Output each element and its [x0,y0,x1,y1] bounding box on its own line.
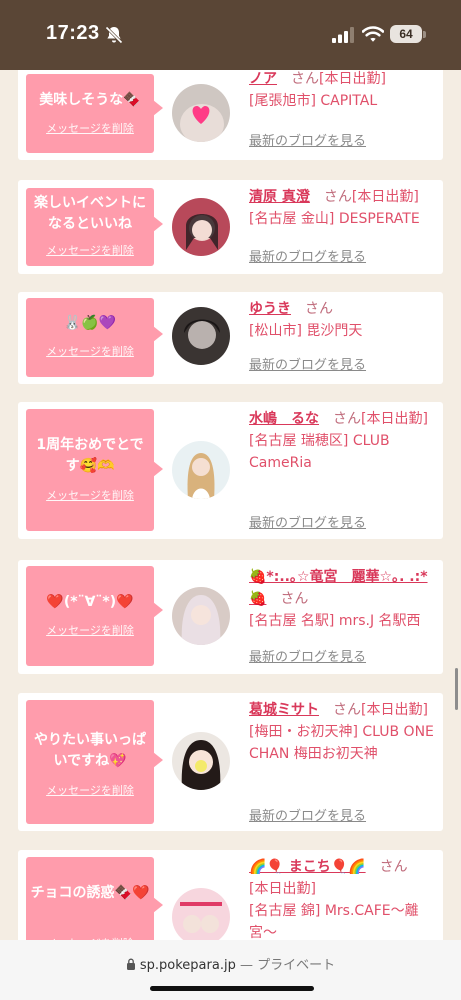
url-separator: — [239,958,253,973]
honorific: さん [333,702,361,718]
battery-indicator: 64 [390,25,422,43]
shop-name: [名古屋 錦] Mrs.CAFE〜離宮〜 [249,903,419,940]
cast-avatar[interactable] [172,198,230,256]
honorific: さん [379,859,408,875]
cast-avatar[interactable] [172,587,230,645]
message-text: やりたい事いっぱいですね💖 [34,732,146,769]
shop-name: [梅田・お初天神] CLUB ONE CHAN 梅田お初天神 [249,724,434,762]
latest-blog-link[interactable]: 最新のブログを見る [249,512,366,531]
cast-info: 🌈🎈 まこち🎈🌈 さん [本日出勤] [名古屋 錦] Mrs.CAFE〜離宮〜 [249,856,439,940]
latest-blog-link[interactable]: 最新のブログを見る [249,354,366,373]
cast-name-line: 清原 真澄 さん[本日出勤] [249,186,439,208]
home-indicator [150,986,314,991]
latest-blog-link[interactable]: 最新のブログを見る [249,130,366,149]
cast-info: ノア さん[本日出勤] [尾張旭市] CAPITAL [249,70,439,112]
cast-name-line: ゆうき さん [249,298,439,320]
attendance-tag: [本日出勤] [351,189,419,205]
message-bubble: 🐰🍏💜 メッセージを削除 [26,298,163,377]
shop-name: [名古屋 名駅] mrs.J 名駅西 [249,613,421,629]
latest-blog-link[interactable]: 最新のブログを見る [249,646,366,665]
cast-info: 葛城ミサト さん[本日出勤] [梅田・お初天神] CLUB ONE CHAN 梅… [249,699,439,765]
message-bubble: 楽しいイベントになるといいね メッセージを削除 [26,188,163,266]
battery-cap-icon [423,31,426,38]
message-text: 🐰🍏💜 [63,315,117,331]
attendance-tag: [本日出勤] [361,702,428,718]
attendance-tag: [本日出勤] [361,411,428,427]
cast-avatar[interactable] [172,732,230,790]
address-bar[interactable]: sp.pokepara.jp — プライベート [0,954,461,973]
cast-name-line: ノア さん[本日出勤] [249,70,439,90]
message-card: ❤️(*¨∀¨*)❤️ メッセージを削除 🍓*:..｡☆竜宮 麗華☆｡. .:*… [18,560,443,674]
cast-name-line: 🍓*:..｡☆竜宮 麗華☆｡. .:*🍓 さん [249,566,439,610]
delete-message-link[interactable]: メッセージを削除 [26,622,154,638]
cast-name-line: 水嶋 るな さん[本日出勤] [249,408,439,430]
honorific: さん [280,591,309,607]
cast-info: 水嶋 るな さん[本日出勤] [名古屋 瑞穂区] CLUB CameRia [249,408,439,474]
cast-name-link[interactable]: 清原 真澄 [249,189,310,205]
private-mode-label: プライベート [257,958,336,973]
scroll-indicator[interactable] [455,668,458,710]
shop-name: [名古屋 金山] DESPERATE [249,211,420,227]
url-domain: sp.pokepara.jp [139,958,236,973]
message-text: ❤️(*¨∀¨*)❤️ [46,594,134,610]
wifi-icon [362,26,384,42]
attendance-tag: [本日出勤] [319,71,386,87]
shop-name: [名古屋 瑞穂区] CLUB CameRia [249,433,390,471]
cast-name-link[interactable]: 水嶋 るな [249,411,319,427]
honorific: さん [323,189,352,205]
message-bubble: やりたい事いっぱいですね💖 メッセージを削除 [26,700,163,824]
delete-message-link[interactable]: メッセージを削除 [26,120,154,136]
lock-icon [126,958,135,970]
message-text: 美味しそうな🍫 [39,92,141,108]
delete-message-link[interactable]: メッセージを削除 [26,782,154,798]
cast-name-line: 葛城ミサト さん[本日出勤] [249,699,439,721]
attendance-tag: [本日出勤] [249,881,316,897]
message-card: 1周年おめでとです🥰🫶 メッセージを削除 水嶋 るな さん[本日出勤] [名古屋… [18,402,443,539]
shop-name: [尾張旭市] CAPITAL [249,93,378,109]
cast-avatar[interactable] [172,307,230,365]
message-text: チョコの誘惑🍫❤️ [30,885,150,901]
browser-bottom-bar: sp.pokepara.jp — プライベート [0,940,461,1000]
message-bubble: 1周年おめでとです🥰🫶 メッセージを削除 [26,409,163,531]
cast-name-link[interactable]: 🍓*:..｡☆竜宮 麗華☆｡. .:*🍓 [249,569,428,607]
delete-message-link[interactable]: メッセージを削除 [26,487,154,503]
cast-avatar[interactable] [172,441,230,499]
cast-avatar[interactable] [172,84,230,142]
delete-message-link[interactable]: メッセージを削除 [26,343,154,359]
message-card: 楽しいイベントになるといいね メッセージを削除 清原 真澄 さん[本日出勤] [… [18,180,443,274]
delete-message-link[interactable]: メッセージを削除 [26,242,154,258]
message-bubble: ❤️(*¨∀¨*)❤️ メッセージを削除 [26,566,163,666]
message-text: 楽しいイベントになるといいね [34,195,146,232]
status-time: 17:23 [46,22,100,44]
message-bubble: チョコの誘惑🍫❤️ メッセージを削除 [26,857,163,940]
honorific: さん [291,71,319,87]
cast-name-link[interactable]: 葛城ミサト [249,702,319,718]
message-card: 美味しそうな🍫 メッセージを削除 ノア さん[本日出勤] [尾張旭市] CAPI… [18,70,443,160]
cast-name-link[interactable]: 🌈🎈 まこち🎈🌈 [249,859,366,875]
message-bubble: 美味しそうな🍫 メッセージを削除 [26,74,163,153]
shop-name: [松山市] 毘沙門天 [249,323,363,339]
cast-avatar[interactable] [172,888,230,940]
cast-info: ゆうき さん [松山市] 毘沙門天 [249,298,439,342]
bell-muted-icon [105,26,123,44]
honorific: さん [305,301,333,317]
latest-blog-link[interactable]: 最新のブログを見る [249,805,366,824]
cast-info: 🍓*:..｡☆竜宮 麗華☆｡. .:*🍓 さん [名古屋 名駅] mrs.J 名… [249,566,439,632]
status-bar: 17:23 64 [0,0,461,70]
message-card: やりたい事いっぱいですね💖 メッセージを削除 葛城ミサト さん[本日出勤] [梅… [18,693,443,831]
latest-blog-link[interactable]: 最新のブログを見る [249,246,366,265]
cast-name-link[interactable]: ゆうき [249,301,291,317]
honorific: さん [333,411,361,427]
cast-name-line: 🌈🎈 まこち🎈🌈 さん [本日出勤] [249,856,439,900]
cell-signal-icon [332,27,354,43]
message-card: 🐰🍏💜 メッセージを削除 ゆうき さん [松山市] 毘沙門天 最新のブログを見る [18,292,443,384]
message-text: 1周年おめでとです🥰🫶 [36,437,144,474]
cast-name-link[interactable]: ノア [249,71,277,87]
message-card: チョコの誘惑🍫❤️ メッセージを削除 🌈🎈 まこち🎈🌈 さん [本日出勤] [名古… [18,850,443,940]
message-list: 美味しそうな🍫 メッセージを削除 ノア さん[本日出勤] [尾張旭市] CAPI… [0,70,461,940]
cast-info: 清原 真澄 さん[本日出勤] [名古屋 金山] DESPERATE [249,186,439,230]
